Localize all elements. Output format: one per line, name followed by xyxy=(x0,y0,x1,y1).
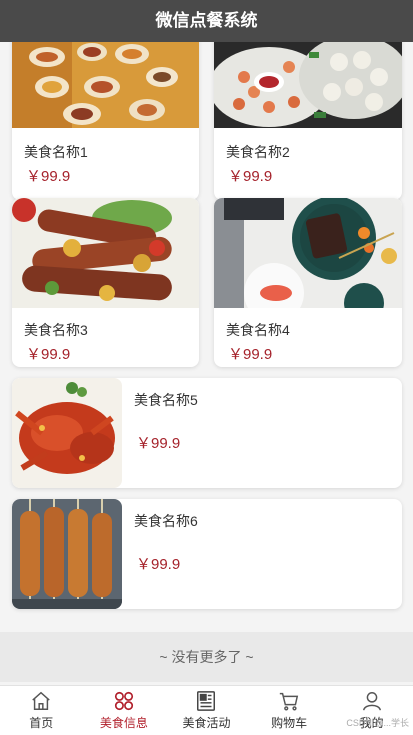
no-more-notice: ~ 没有更多了 ~ xyxy=(0,632,413,682)
food-price: ￥99.9 xyxy=(26,168,71,185)
steak-plates-photo xyxy=(214,198,402,308)
tab-food-info[interactable]: 美食信息 xyxy=(83,686,166,735)
food-platter-photo xyxy=(12,42,199,128)
food-price: ￥99.9 xyxy=(26,346,71,363)
tab-label: 购物车 xyxy=(271,716,308,730)
food-card[interactable]: 美食名称5 ￥99.9 xyxy=(12,378,402,488)
food-card[interactable]: 美食名称6 ￥99.9 xyxy=(12,499,402,609)
food-card[interactable]: 美食名称4 ￥99.9 xyxy=(214,198,402,367)
grid-flower-icon xyxy=(114,691,133,711)
bottom-tab-bar: 首页 美食信息 美食活动 购物车 我的 CSDN @...学长 xyxy=(0,685,413,735)
newspaper-icon xyxy=(197,691,216,711)
food-name: 美食名称3 xyxy=(24,322,88,338)
food-card[interactable]: 美食名称2 ￥99.9 xyxy=(214,42,402,200)
food-price: ￥99.9 xyxy=(228,346,273,363)
crab-photo xyxy=(12,378,122,488)
food-price: ￥99.9 xyxy=(136,435,181,452)
food-name: 美食名称2 xyxy=(226,144,290,160)
food-name: 美食名称5 xyxy=(134,392,198,408)
home-icon xyxy=(32,691,51,710)
tab-home[interactable]: 首页 xyxy=(0,686,83,735)
watermark: CSDN @...学长 xyxy=(346,718,409,728)
food-name: 美食名称4 xyxy=(226,322,290,338)
tab-label: 首页 xyxy=(29,716,54,730)
food-price: ￥99.9 xyxy=(228,168,273,185)
skewers-photo xyxy=(12,499,122,609)
food-name: 美食名称6 xyxy=(134,513,198,529)
user-icon xyxy=(362,692,381,711)
page-title: 微信点餐系统 xyxy=(0,0,413,42)
food-list[interactable]: 美食名称1 ￥99.9 美食名称2 ￥99.9 美食名称3 ￥99.9 美食名称… xyxy=(0,42,413,685)
food-card[interactable]: 美食名称1 ￥99.9 xyxy=(12,42,199,200)
tab-label: 美食活动 xyxy=(182,716,231,730)
tab-cart[interactable]: 购物车 xyxy=(248,686,331,735)
food-name: 美食名称1 xyxy=(24,144,88,160)
shrimp-dumplings-photo xyxy=(214,42,402,128)
tab-food-activity[interactable]: 美食活动 xyxy=(165,686,248,735)
cart-icon xyxy=(279,692,299,711)
tab-label: 美食信息 xyxy=(99,716,148,730)
bbq-sausage-photo xyxy=(12,198,199,308)
food-price: ￥99.9 xyxy=(136,556,181,573)
food-card[interactable]: 美食名称3 ￥99.9 xyxy=(12,198,199,367)
